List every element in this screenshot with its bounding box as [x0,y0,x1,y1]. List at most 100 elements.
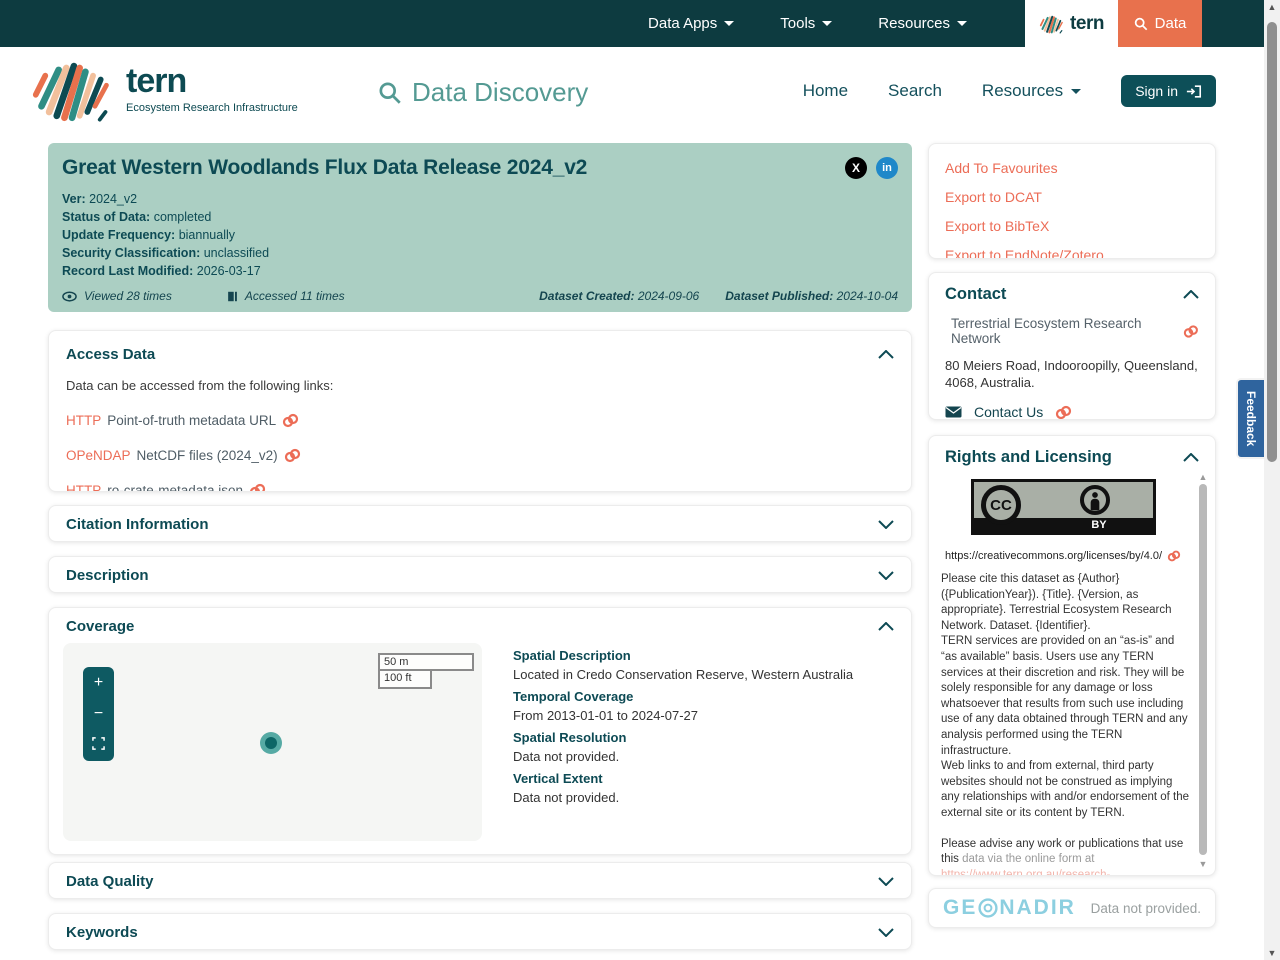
sign-in-button[interactable]: Sign in [1121,75,1216,107]
meta-frequency-label: Update Frequency: [62,228,175,242]
coverage-title: Coverage [66,618,134,635]
advise-form-link[interactable]: https://www.tern.org.au/research- [941,869,1110,876]
fullscreen-button[interactable] [83,737,114,754]
keywords-header[interactable]: Keywords [49,914,911,950]
description-header[interactable]: Description [49,557,911,593]
nav-resources[interactable]: Resources [982,81,1081,101]
coverage-fields: Spatial Description Located in Credo Con… [513,641,893,811]
access-link-rocrate[interactable]: HTTP ro-crate-metadata.json [66,483,894,492]
access-link-opendap[interactable]: OPeNDAP NetCDF files (2024_v2) [66,448,894,463]
topnav-tern-logo[interactable]: tern [1025,0,1118,47]
meta-status-value: completed [154,210,212,224]
geonadir-target-icon [978,898,998,918]
rights-header[interactable]: Rights and Licensing [945,448,1199,467]
chevron-up-icon [878,622,894,631]
chevron-down-icon [878,877,894,886]
nav-resources-label: Resources [982,81,1063,101]
search-icon [378,81,402,105]
geonadir-logo-left: GE [943,896,977,920]
scroll-down-arrow[interactable]: ▼ [1197,859,1209,869]
data-search-button[interactable]: Data [1118,0,1202,47]
topnav-resources[interactable]: Resources [878,15,967,32]
nav-home[interactable]: Home [803,81,848,101]
scrollbar-down-arrow[interactable]: ▼ [1264,946,1280,960]
meta-security-value: unclassified [204,246,269,260]
access-data-header[interactable]: Access Data [66,343,894,365]
link-icon [1055,405,1072,420]
access-link-pot[interactable]: HTTP Point-of-truth metadata URL [66,413,894,428]
top-navbar: Data Apps Tools Resources [0,0,1264,47]
nav-home-label: Home [803,81,848,101]
contact-org-link[interactable]: Terrestrial Ecosystem Research Network [951,316,1199,346]
export-bibtex-link[interactable]: Export to BibTeX [945,216,1199,236]
attribution-person-icon [1080,485,1110,515]
export-endnote-link[interactable]: Export to EndNote/Zotero [945,245,1199,259]
map-marker[interactable] [260,732,282,754]
share-linkedin-icon[interactable]: in [876,157,898,179]
rights-licensing-panel: Rights and Licensing CC BY https://creat… [928,435,1216,876]
cc-initials: CC [990,497,1012,514]
tern-logo[interactable]: tern Ecosystem Research Infrastructure [30,55,298,125]
add-to-favourites-link[interactable]: Add To Favourites [945,158,1199,178]
topnav-data-apps-label: Data Apps [648,15,717,32]
link-protocol: HTTP [66,413,101,428]
license-url: https://creativecommons.org/licenses/by/… [945,550,1162,562]
chevron-down-icon [878,928,894,937]
topnav-tools[interactable]: Tools [780,15,832,32]
dataset-stats-row: Viewed 28 times Accessed 11 times Datase… [62,289,898,303]
meta-frequency: Update Frequency: biannually [62,226,898,244]
rights-text: Please cite this dataset as {Author} ({P… [941,572,1193,876]
link-label: Point-of-truth metadata URL [107,413,276,428]
temporal-coverage-label: Temporal Coverage [513,689,893,704]
social-share: X in [845,157,898,179]
link-icon [284,448,301,463]
tern-disclaimer-2: Web links to and from external, third pa… [941,759,1193,821]
citation-header[interactable]: Citation Information [49,506,911,542]
access-data-intro: Data can be accessed from the following … [66,378,894,393]
link-icon [249,483,266,492]
chevron-down-icon [822,21,832,26]
accessed-label: Accessed 11 times [245,289,345,303]
license-url-link[interactable]: https://creativecommons.org/licenses/by/… [945,550,1181,562]
scrollbar-up-arrow[interactable]: ▲ [1264,0,1280,14]
coverage-header[interactable]: Coverage [49,608,911,645]
tern-australia-icon [1039,13,1065,35]
header-nav: Home Search Resources Sign in [803,75,1216,107]
citation-section: Citation Information [48,505,912,542]
coverage-map[interactable]: + − 50 m 100 ft [63,643,482,841]
chevron-up-icon [1183,453,1199,462]
chevron-down-icon [878,520,894,529]
link-icon [282,413,299,428]
sign-in-label: Sign in [1135,83,1178,99]
meta-status-label: Status of Data: [62,210,150,224]
link-label: NetCDF files (2024_v2) [137,448,278,463]
scroll-up-arrow[interactable]: ▲ [1197,472,1209,482]
link-label: ro-crate-metadata.json [107,483,243,492]
link-icon [1183,324,1199,339]
contact-header[interactable]: Contact [945,285,1199,304]
contact-us-link[interactable]: Contact Us [945,404,1199,420]
topnav-data-apps[interactable]: Data Apps [648,15,734,32]
nav-search[interactable]: Search [888,81,942,101]
link-protocol: OPeNDAP [66,448,131,463]
meta-version-label: Ver: [62,192,86,206]
scrollbar-thumb[interactable] [1267,22,1277,462]
rights-scroll-thumb[interactable] [1199,484,1207,855]
download-accessed-icon [226,290,238,303]
data-quality-header[interactable]: Data Quality [49,863,911,899]
zoom-in-button[interactable]: + [83,675,114,691]
meta-modified-value: 2026-03-17 [197,264,261,278]
share-x-icon[interactable]: X [845,157,867,179]
zoom-out-button[interactable]: − [83,706,114,722]
meta-modified: Record Last Modified: 2026-03-17 [62,262,898,280]
topnav-resources-label: Resources [878,15,950,32]
feedback-button[interactable]: Feedback [1236,378,1264,459]
export-dcat-link[interactable]: Export to DCAT [945,187,1199,207]
topnav-tools-label: Tools [780,15,815,32]
geonadir-panel: GE NADIR Data not provided. [928,888,1216,928]
contact-org-label: Terrestrial Ecosystem Research Network [951,316,1177,346]
data-button-label: Data [1155,15,1187,32]
access-data-title: Access Data [66,346,155,363]
cc-by-label: BY [1074,518,1124,532]
page-scrollbar: ▲ ▼ [1264,0,1280,960]
